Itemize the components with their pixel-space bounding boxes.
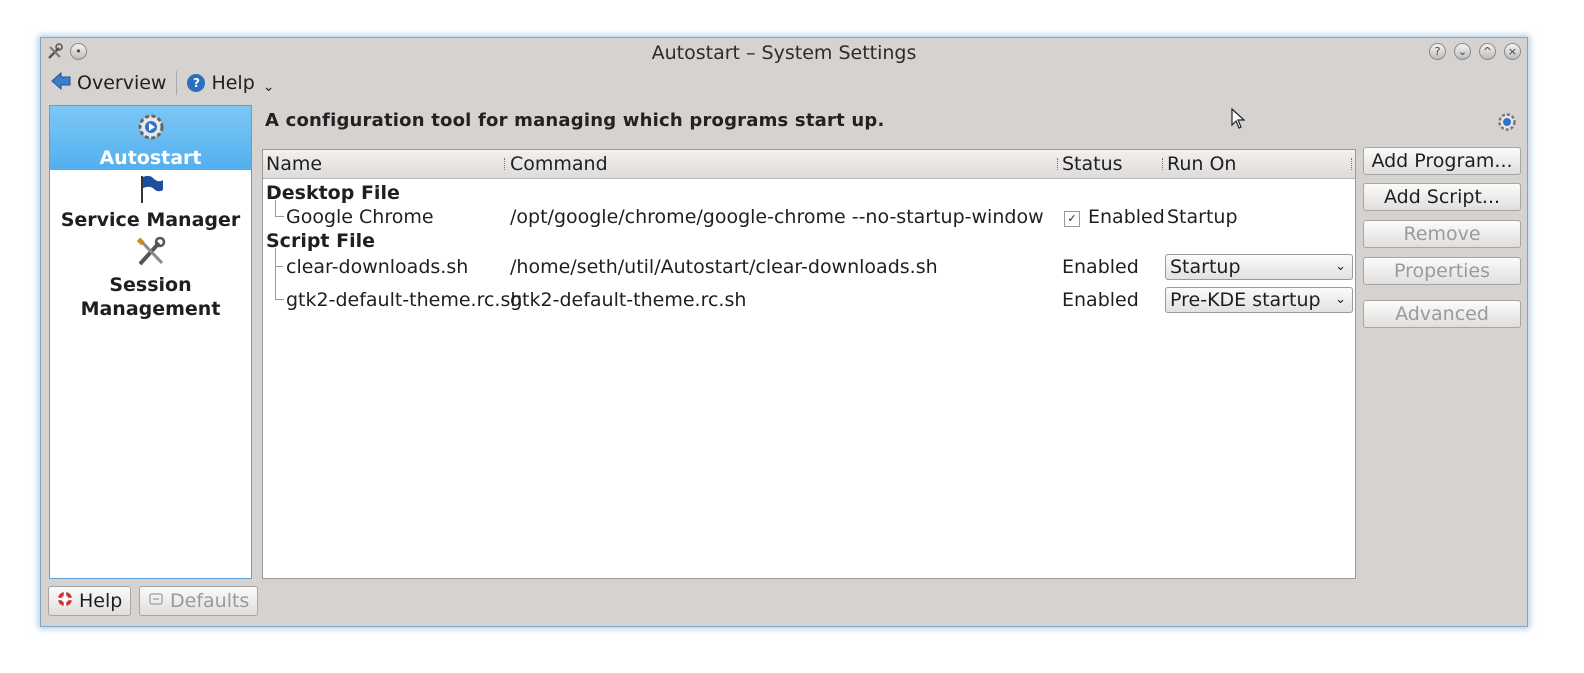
configure-gear-icon[interactable]: [1497, 112, 1517, 136]
advanced-button[interactable]: Advanced: [1363, 300, 1521, 328]
row-name: gtk2-default-theme.rc.sh: [286, 289, 523, 311]
help-lifebuoy-icon: [57, 587, 73, 615]
help-button[interactable]: Help: [48, 586, 132, 616]
row-command: gtk2-default-theme.rc.sh: [510, 289, 747, 311]
enabled-checkbox[interactable]: ✓: [1064, 211, 1080, 227]
module-description: A configuration tool for managing which …: [265, 110, 885, 131]
sidebar-item-service-manager[interactable]: Service Manager: [50, 174, 251, 231]
remove-button[interactable]: Remove: [1363, 220, 1521, 248]
defaults-icon: [148, 587, 164, 615]
column-divider: [1351, 158, 1354, 170]
table-row[interactable]: Google Chrome /opt/google/chrome/google-…: [263, 200, 1355, 230]
autostart-table[interactable]: Name Command Status Run On Desktop File …: [262, 149, 1356, 579]
add-program-button[interactable]: Add Program...: [1363, 147, 1521, 175]
chevron-down-icon: ⌄: [262, 79, 275, 95]
row-command: /home/seth/util/Autostart/clear-download…: [510, 256, 938, 278]
titlebar[interactable]: • Autostart – System Settings ? ⌄ ^ ×: [41, 38, 1527, 66]
tools-icon: [50, 236, 251, 273]
tree-line: [275, 200, 284, 217]
system-settings-window: • Autostart – System Settings ? ⌄ ^ × Ov…: [40, 37, 1528, 627]
status-cell: ✓ Enabled: [1064, 206, 1165, 228]
group-label: Desktop File: [266, 182, 400, 204]
maximize-icon[interactable]: ^: [1479, 43, 1496, 60]
row-run-on: Startup: [1167, 206, 1238, 228]
run-on-select[interactable]: Startup ⌄: [1165, 254, 1353, 280]
sidebar-item-label: Session Management: [80, 274, 221, 320]
row-status: Enabled: [1062, 289, 1139, 311]
sidebar-item-label: Service Manager: [60, 209, 241, 231]
minimize-icon[interactable]: ⌄: [1454, 43, 1471, 60]
help-icon: ?: [187, 74, 206, 92]
properties-button[interactable]: Properties: [1363, 257, 1521, 285]
tree-line: [275, 248, 284, 266]
help-question-icon[interactable]: ?: [1429, 43, 1446, 60]
group-row-desktop-file[interactable]: Desktop File: [263, 180, 1355, 206]
sidebar-item-session-management[interactable]: Session Management: [50, 236, 251, 321]
window-title: Autostart – System Settings: [651, 42, 917, 64]
overview-label: Overview: [77, 72, 167, 94]
toolbar-separator: [176, 71, 178, 95]
column-divider: [504, 158, 507, 170]
chevron-down-icon: ⌄: [1335, 292, 1346, 307]
flag-icon: [50, 174, 251, 209]
table-header: Name Command Status Run On: [263, 150, 1355, 179]
help-menu-button[interactable]: ? Help ⌄: [183, 71, 278, 95]
back-arrow-icon: [51, 71, 71, 95]
close-icon[interactable]: ×: [1504, 43, 1521, 60]
row-name: clear-downloads.sh: [286, 256, 469, 278]
sidebar-item-autostart[interactable]: Autostart: [50, 106, 251, 170]
run-on-select[interactable]: Pre-KDE startup ⌄: [1165, 287, 1353, 313]
sidebar-item-label: Autostart: [99, 147, 202, 169]
group-row-script-file[interactable]: Script File: [263, 228, 1355, 254]
row-status: Enabled: [1062, 256, 1139, 278]
row-command: /opt/google/chrome/google-chrome --no-st…: [510, 206, 1044, 228]
tree-line: [275, 266, 284, 300]
defaults-button-label: Defaults: [170, 590, 250, 612]
column-divider: [1057, 158, 1060, 170]
toolbar: Overview ? Help ⌄: [47, 69, 279, 97]
run-on-select-value: Startup: [1170, 256, 1241, 278]
column-divider: [1162, 158, 1165, 170]
table-row[interactable]: clear-downloads.sh /home/seth/util/Autos…: [263, 248, 1355, 280]
column-header-status[interactable]: Status: [1062, 153, 1123, 175]
defaults-button[interactable]: Defaults: [139, 586, 259, 616]
help-menu-label: Help: [211, 72, 255, 94]
row-status: Enabled: [1088, 206, 1165, 228]
gear-icon: [50, 106, 251, 147]
run-on-select-value: Pre-KDE startup: [1170, 289, 1321, 311]
help-button-label: Help: [79, 590, 123, 612]
module-sidebar: Autostart Service Manager Session Manage…: [49, 105, 252, 579]
chevron-down-icon: ⌄: [1335, 259, 1346, 274]
mouse-cursor-icon: [1231, 107, 1246, 134]
column-header-name[interactable]: Name: [266, 153, 322, 175]
column-header-command[interactable]: Command: [510, 153, 608, 175]
overview-button[interactable]: Overview: [47, 71, 170, 95]
table-row[interactable]: gtk2-default-theme.rc.sh gtk2-default-th…: [263, 266, 1355, 313]
column-header-run-on[interactable]: Run On: [1167, 153, 1236, 175]
row-name: Google Chrome: [286, 206, 434, 228]
add-script-button[interactable]: Add Script...: [1363, 183, 1521, 211]
